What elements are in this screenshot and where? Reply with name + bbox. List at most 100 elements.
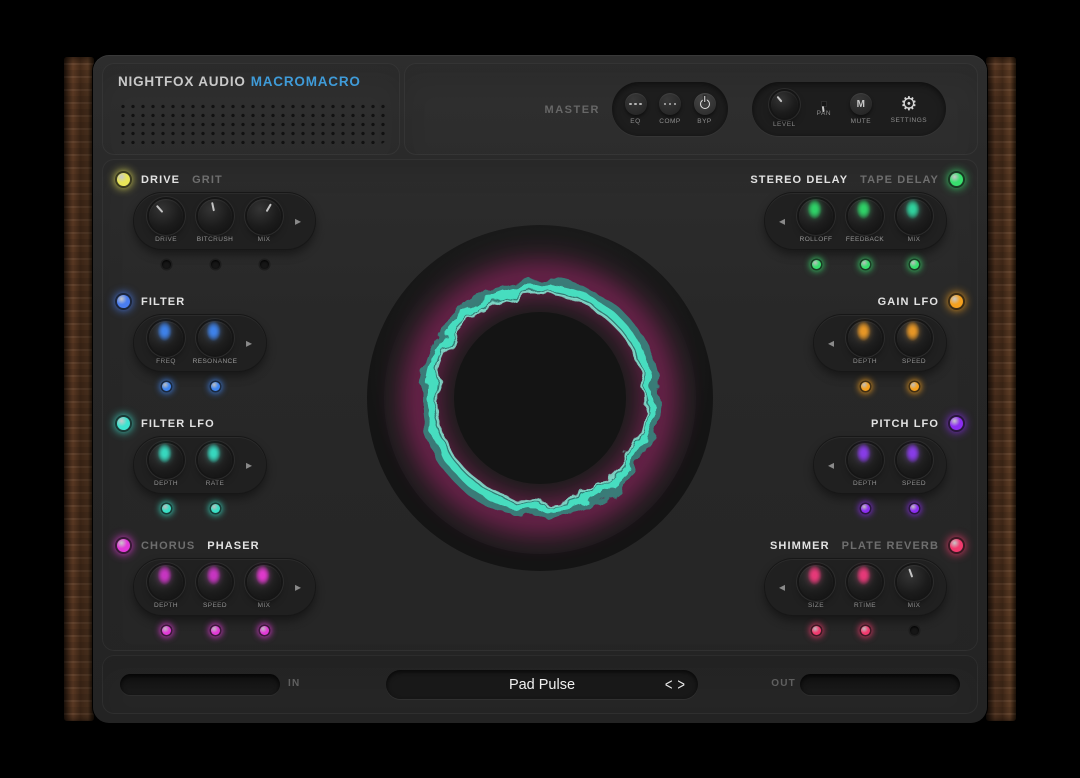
module-stereo-delay: STEREO DELAYTAPE DELAY◂ROLLOFFFEEDBACKMI… bbox=[750, 172, 968, 269]
mute-label: MUTE bbox=[851, 118, 871, 125]
phaser-expand-right-arrow[interactable]: ▸ bbox=[293, 580, 303, 594]
phaser-depth-knob[interactable] bbox=[149, 565, 183, 599]
module-tab-tape-delay[interactable]: TAPE DELAY bbox=[860, 174, 939, 186]
level-knob[interactable] bbox=[771, 91, 798, 118]
module-tab-grit[interactable]: GRIT bbox=[192, 174, 223, 186]
status-led bbox=[211, 382, 220, 391]
module-tab-chorus[interactable]: CHORUS bbox=[141, 540, 195, 552]
module-tab-pitch-lfo[interactable]: PITCH LFO bbox=[871, 418, 939, 430]
knob-label: MIX bbox=[908, 602, 921, 609]
module-shimmer: SHIMMERPLATE REVERB◂SIZERTIMEMIX bbox=[765, 538, 968, 635]
status-led bbox=[861, 504, 870, 513]
drive-drive-knob[interactable] bbox=[149, 199, 183, 233]
shimmer-expand-left-arrow[interactable]: ◂ bbox=[777, 580, 787, 594]
brand-title: NIGHTFOX AUDIO MACROMACRO bbox=[118, 74, 361, 89]
preset-name: Pad Pulse bbox=[509, 677, 575, 693]
master-section: MASTER EQ COMP BYP LEVEL bbox=[404, 63, 978, 155]
drive-bitcrush-knob[interactable] bbox=[198, 199, 232, 233]
filter-freq-knob[interactable] bbox=[149, 321, 183, 355]
preset-selector[interactable]: Pad Pulse < > bbox=[386, 670, 698, 699]
preset-next-button[interactable]: > bbox=[677, 676, 685, 692]
mute-glyph: M bbox=[857, 99, 865, 110]
shimmer-mix-knob[interactable] bbox=[897, 565, 931, 599]
phaser-power-led[interactable] bbox=[117, 539, 130, 552]
stereo-delay-mix-knob[interactable] bbox=[897, 199, 931, 233]
drive-expand-right-arrow[interactable]: ▸ bbox=[293, 214, 303, 228]
module-tab-shimmer[interactable]: SHIMMER bbox=[770, 540, 830, 552]
knob-label: DEPTH bbox=[853, 358, 877, 365]
dots-icon bbox=[629, 103, 642, 106]
stereo-delay-expand-left-arrow[interactable]: ◂ bbox=[777, 214, 787, 228]
knob-label: MIX bbox=[258, 236, 271, 243]
status-led bbox=[162, 382, 171, 391]
knob-label: DEPTH bbox=[853, 480, 877, 487]
status-led bbox=[861, 260, 870, 269]
input-meter bbox=[120, 674, 280, 695]
preset-nav: < > bbox=[665, 678, 685, 691]
knob-label: MIX bbox=[908, 236, 921, 243]
status-led bbox=[162, 626, 171, 635]
stereo-delay-feedback-knob[interactable] bbox=[848, 199, 882, 233]
gear-icon[interactable]: ⚙ bbox=[900, 95, 917, 114]
filter-expand-right-arrow[interactable]: ▸ bbox=[244, 336, 254, 350]
status-led bbox=[260, 260, 269, 269]
plugin-panel: NIGHTFOX AUDIO MACROMACRO MASTER EQ COMP … bbox=[93, 55, 987, 723]
knob-label: BITCRUSH bbox=[197, 236, 233, 243]
master-label: MASTER bbox=[524, 104, 600, 116]
macro-visualizer[interactable] bbox=[365, 223, 715, 573]
gain-lfo-expand-left-arrow[interactable]: ◂ bbox=[826, 336, 836, 350]
comp-button[interactable]: COMP bbox=[659, 93, 681, 125]
module-tab-gain-lfo[interactable]: GAIN LFO bbox=[878, 296, 939, 308]
brand-section: NIGHTFOX AUDIO MACROMACRO bbox=[102, 63, 400, 155]
bypass-label: BYP bbox=[697, 118, 712, 125]
pitch-lfo-expand-left-arrow[interactable]: ◂ bbox=[826, 458, 836, 472]
filter-lfo-rate-knob[interactable] bbox=[198, 443, 232, 477]
gain-lfo-power-led[interactable] bbox=[950, 295, 963, 308]
filter-power-led[interactable] bbox=[117, 295, 130, 308]
pitch-lfo-depth-knob[interactable] bbox=[848, 443, 882, 477]
status-led bbox=[211, 260, 220, 269]
stereo-delay-rolloff-knob[interactable] bbox=[799, 199, 833, 233]
filter-lfo-depth-knob[interactable] bbox=[149, 443, 183, 477]
module-tab-filter[interactable]: FILTER bbox=[141, 296, 185, 308]
module-tab-drive[interactable]: DRIVE bbox=[141, 174, 180, 186]
drive-mix-knob[interactable] bbox=[247, 199, 281, 233]
status-led bbox=[861, 626, 870, 635]
module-tab-phaser[interactable]: PHASER bbox=[207, 540, 259, 552]
drive-power-led[interactable] bbox=[117, 173, 130, 186]
shimmer-rtime-knob[interactable] bbox=[848, 565, 882, 599]
knob-label: RATE bbox=[206, 480, 224, 487]
shimmer-size-knob[interactable] bbox=[799, 565, 833, 599]
module-tab-filter-lfo[interactable]: FILTER LFO bbox=[141, 418, 215, 430]
stereo-delay-power-led[interactable] bbox=[950, 173, 963, 186]
gain-lfo-speed-knob[interactable] bbox=[897, 321, 931, 355]
module-tab-stereo-delay[interactable]: STEREO DELAY bbox=[750, 174, 848, 186]
master-toggle-group: EQ COMP BYP bbox=[612, 82, 728, 136]
status-led bbox=[260, 626, 269, 635]
module-tab-plate-reverb[interactable]: PLATE REVERB bbox=[842, 540, 939, 552]
phaser-speed-knob[interactable] bbox=[198, 565, 232, 599]
phaser-mix-knob[interactable] bbox=[247, 565, 281, 599]
product-name: MACROMACRO bbox=[251, 74, 361, 89]
mute-button[interactable]: M bbox=[850, 93, 872, 115]
status-led bbox=[910, 626, 919, 635]
plugin-window: NIGHTFOX AUDIO MACROMACRO MASTER EQ COMP … bbox=[0, 0, 1080, 778]
settings-label: SETTINGS bbox=[891, 117, 928, 124]
filter-lfo-power-led[interactable] bbox=[117, 417, 130, 430]
comp-label: COMP bbox=[659, 118, 681, 125]
filter-resonance-knob[interactable] bbox=[198, 321, 232, 355]
eq-button[interactable]: EQ bbox=[625, 93, 647, 125]
gain-lfo-depth-knob[interactable] bbox=[848, 321, 882, 355]
mute-control: M MUTE bbox=[850, 93, 872, 125]
knob-label: FEEDBACK bbox=[846, 236, 884, 243]
module-pitch-lfo: PITCH LFO◂DEPTHSPEED bbox=[814, 416, 968, 513]
brand-name: NIGHTFOX AUDIO bbox=[118, 74, 246, 89]
pitch-lfo-speed-knob[interactable] bbox=[897, 443, 931, 477]
preset-prev-button[interactable]: < bbox=[665, 676, 673, 692]
pitch-lfo-power-led[interactable] bbox=[950, 417, 963, 430]
filter-lfo-expand-right-arrow[interactable]: ▸ bbox=[244, 458, 254, 472]
knob-label: SPEED bbox=[902, 358, 926, 365]
status-led bbox=[910, 382, 919, 391]
shimmer-power-led[interactable] bbox=[950, 539, 963, 552]
bypass-button[interactable]: BYP bbox=[694, 93, 716, 125]
